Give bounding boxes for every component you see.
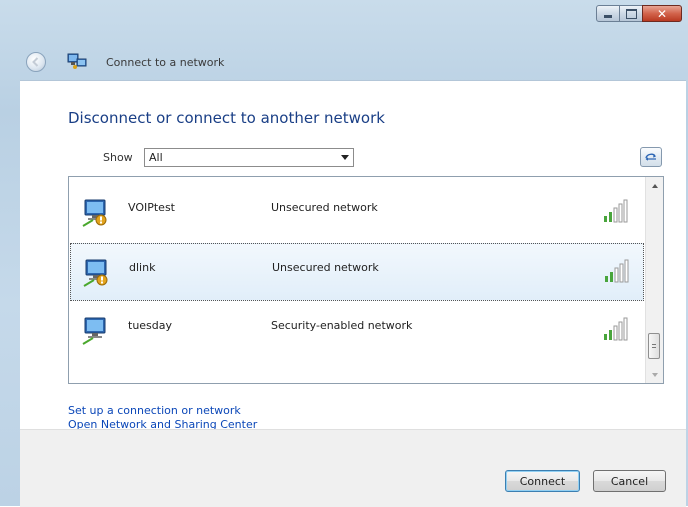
- button-bar: Connect Cancel: [20, 429, 686, 507]
- scroll-up-button[interactable]: [646, 177, 663, 194]
- vertical-scrollbar[interactable]: [645, 177, 663, 383]
- caption-buttons: ✕: [596, 5, 682, 22]
- content-area: Disconnect or connect to another network…: [20, 80, 686, 431]
- close-icon: ✕: [656, 6, 668, 21]
- network-list[interactable]: VOIPtest Unsecured network dlink Unsecur…: [68, 176, 664, 384]
- maximize-icon: [625, 8, 637, 19]
- scroll-down-button[interactable]: [646, 366, 663, 383]
- network-security: Unsecured network: [272, 261, 379, 274]
- network-name: dlink: [129, 261, 156, 274]
- scroll-thumb[interactable]: [648, 333, 660, 359]
- window-frame: ✕ Connect to a network Disconnect or con…: [0, 0, 688, 507]
- network-row-tuesday[interactable]: tuesday Security-enabled network: [70, 302, 644, 360]
- minimize-icon: [604, 15, 612, 18]
- chevron-down-icon: [341, 155, 349, 160]
- page-title: Disconnect or connect to another network: [68, 109, 385, 127]
- network-row-voiptest[interactable]: VOIPtest Unsecured network: [70, 184, 644, 242]
- connect-button[interactable]: Connect: [505, 470, 580, 492]
- close-button[interactable]: ✕: [642, 5, 682, 22]
- window-title: Connect to a network: [106, 56, 225, 69]
- network-name: tuesday: [128, 319, 173, 332]
- wireless-network-icon: [83, 259, 108, 287]
- show-filter-select[interactable]: All: [144, 148, 354, 167]
- network-row-dlink[interactable]: dlink Unsecured network: [70, 243, 644, 301]
- network-connect-icon: [67, 53, 87, 69]
- back-button[interactable]: [26, 52, 46, 72]
- minimize-button[interactable]: [596, 5, 620, 22]
- network-security: Unsecured network: [271, 201, 378, 214]
- refresh-icon: [645, 153, 656, 161]
- maximize-button[interactable]: [619, 5, 643, 22]
- signal-strength-icon: [604, 317, 628, 341]
- network-name: VOIPtest: [128, 201, 175, 214]
- signal-strength-icon: [604, 199, 628, 223]
- scroll-up-icon: [651, 183, 658, 188]
- scroll-down-icon: [651, 372, 658, 377]
- wireless-network-icon: [82, 199, 107, 227]
- show-filter-value: All: [149, 151, 163, 164]
- refresh-button[interactable]: [640, 147, 662, 167]
- signal-strength-icon: [605, 259, 629, 283]
- network-security: Security-enabled network: [271, 319, 413, 332]
- cancel-button[interactable]: Cancel: [593, 470, 666, 492]
- wireless-network-icon: [82, 317, 106, 345]
- show-label: Show: [103, 151, 133, 164]
- setup-connection-link[interactable]: Set up a connection or network: [68, 404, 241, 417]
- back-arrow-icon: [32, 57, 39, 67]
